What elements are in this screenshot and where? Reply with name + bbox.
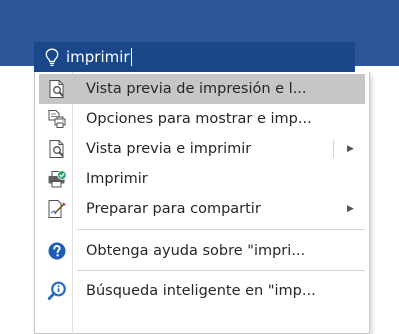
menu-item-label: Búsqueda inteligente en "imp...: [86, 283, 316, 299]
search-results-menu: Vista previa de impresión e l... Opcione…: [34, 72, 370, 334]
prepare-share-icon: [47, 199, 67, 219]
menu-item-print-options[interactable]: Opciones para mostrar e imp...: [39, 104, 365, 134]
search-query-text[interactable]: imprimir: [66, 48, 132, 66]
menu-item-print-preview-and-print[interactable]: Vista previa e imprimir ▶: [39, 134, 365, 164]
tell-me-search-box[interactable]: imprimir: [34, 42, 355, 72]
menu-item-label: Imprimir: [86, 171, 148, 187]
menu-item-label: Opciones para mostrar e imp...: [86, 111, 312, 127]
submenu-divider: [333, 140, 334, 158]
help-icon: [47, 241, 67, 261]
print-options-icon: [47, 109, 67, 129]
print-preview-icon: [47, 79, 67, 99]
menu-separator: [77, 270, 365, 271]
menu-item-label: Vista previa de impresión e l...: [86, 81, 307, 97]
submenu-arrow-icon: ▶: [347, 144, 354, 154]
menu-item-label: Preparar para compartir: [86, 201, 261, 217]
menu-item-label: Obtenga ayuda sobre "impri...: [86, 243, 306, 259]
menu-item-label: Vista previa e imprimir: [86, 141, 252, 157]
menu-item-print-preview-full[interactable]: Vista previa de impresión e l...: [39, 74, 365, 104]
lightbulb-icon: [44, 47, 60, 67]
printer-icon: [47, 169, 67, 189]
smart-lookup-icon: [47, 281, 67, 301]
submenu-arrow-icon: ▶: [347, 204, 354, 214]
menu-item-smart-lookup[interactable]: Búsqueda inteligente en "imp...: [39, 276, 365, 306]
print-preview-icon: [47, 139, 67, 159]
menu-item-get-help[interactable]: Obtenga ayuda sobre "impri...: [39, 236, 365, 266]
menu-separator: [77, 229, 365, 230]
menu-item-print[interactable]: Imprimir: [39, 164, 365, 194]
menu-item-prepare-to-share[interactable]: Preparar para compartir ▶: [39, 194, 365, 224]
